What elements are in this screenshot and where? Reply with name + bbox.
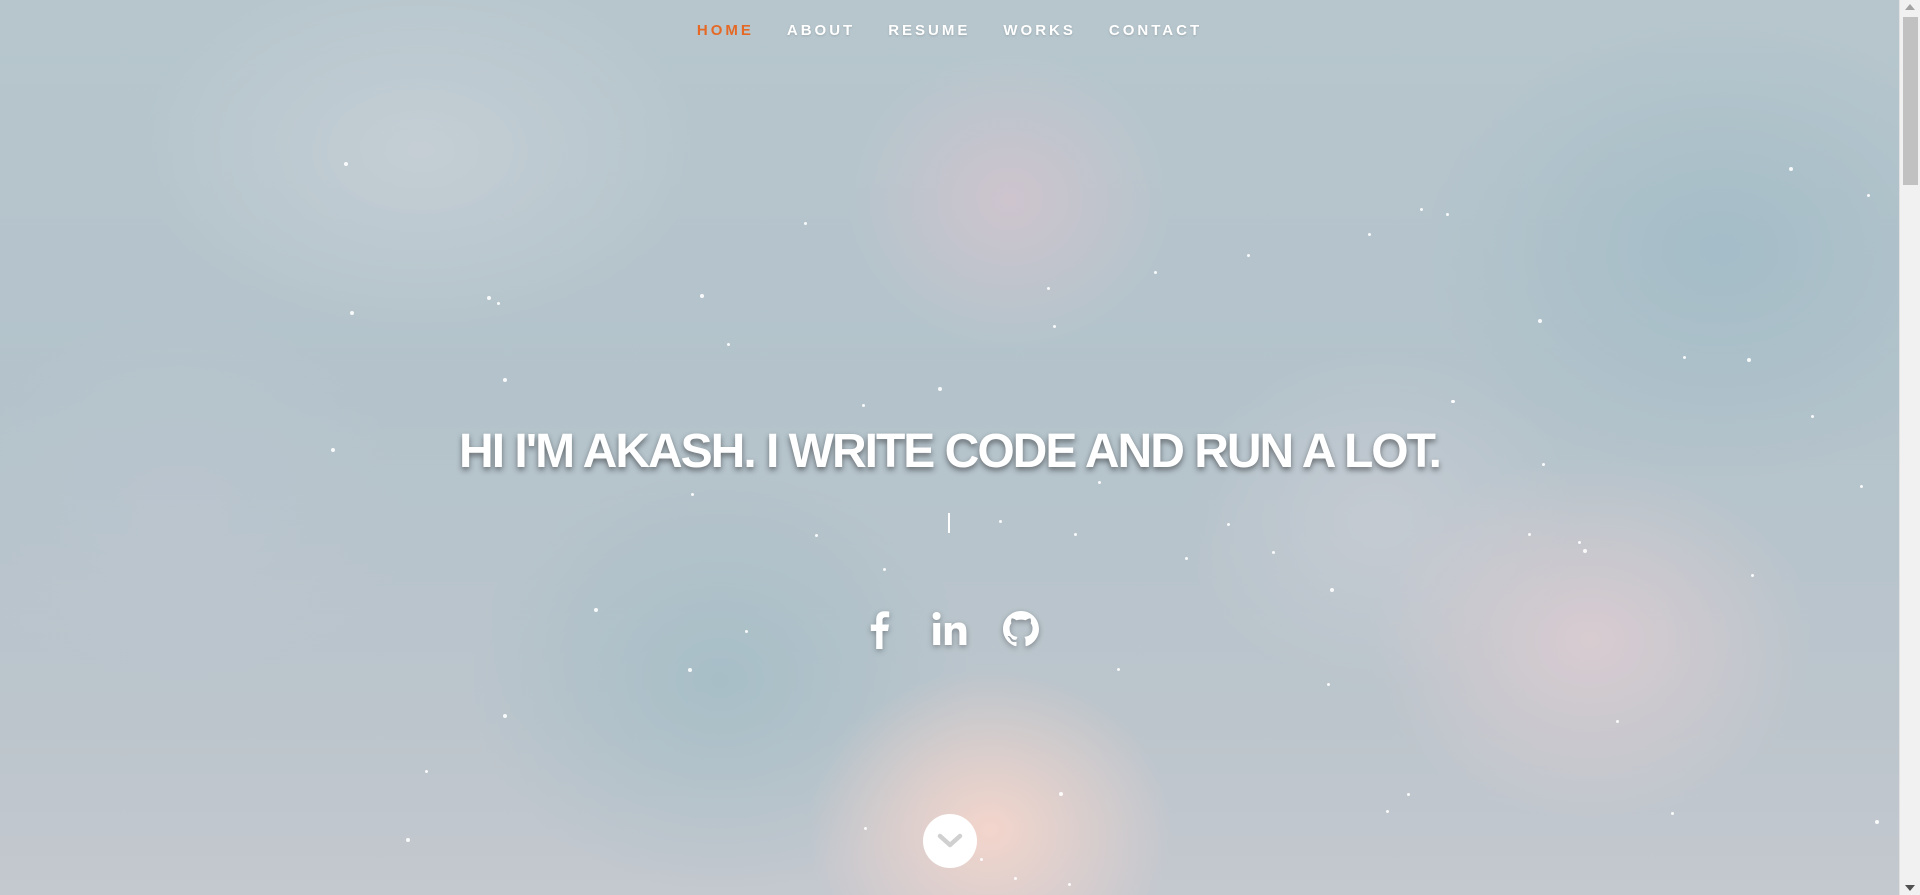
star	[497, 302, 500, 305]
star	[1789, 167, 1793, 171]
star	[1368, 233, 1371, 236]
star	[1059, 792, 1063, 796]
star	[1451, 400, 1454, 403]
star	[1671, 812, 1674, 815]
facebook-link[interactable]	[856, 606, 901, 651]
star	[1751, 574, 1754, 577]
star	[487, 296, 491, 300]
star	[1068, 883, 1071, 886]
star	[425, 770, 428, 773]
star	[815, 534, 818, 537]
star	[1578, 541, 1581, 544]
nav-list: HOME ABOUT RESUME WORKS CONTACT	[0, 21, 1899, 41]
star	[1014, 877, 1017, 880]
nav-item-resume[interactable]: RESUME	[888, 22, 970, 39]
star	[688, 668, 692, 672]
star	[1227, 523, 1230, 526]
star	[350, 311, 354, 315]
star	[864, 827, 867, 830]
star	[980, 858, 983, 861]
scroll-down-button[interactable]	[923, 814, 977, 868]
star	[1185, 557, 1188, 560]
scroll-up-arrow[interactable]	[1905, 4, 1915, 10]
star	[1538, 319, 1542, 323]
star	[1867, 194, 1870, 197]
facebook-icon	[870, 610, 889, 649]
star	[1528, 533, 1531, 536]
star	[344, 162, 348, 166]
scroll-down-arrow[interactable]	[1905, 885, 1915, 891]
star	[938, 387, 942, 391]
typing-cursor	[948, 513, 950, 533]
star	[1616, 720, 1619, 723]
star	[1583, 549, 1587, 553]
chevron-down-icon	[937, 833, 963, 848]
page-scrollbar[interactable]	[1899, 0, 1920, 895]
nav-item-works[interactable]: WORKS	[1003, 22, 1076, 39]
nav-item-contact[interactable]: CONTACT	[1109, 22, 1202, 39]
star	[1053, 325, 1056, 328]
star	[1860, 485, 1863, 488]
star	[804, 222, 807, 225]
star	[1327, 683, 1330, 686]
star	[1683, 356, 1686, 359]
star	[1420, 208, 1423, 211]
browser-viewport: HOME ABOUT RESUME WORKS CONTACT HI I'M A…	[0, 0, 1920, 895]
star	[999, 520, 1002, 523]
star	[1247, 254, 1250, 257]
star	[1747, 358, 1751, 362]
star	[1154, 271, 1157, 274]
scroll-thumb[interactable]	[1903, 17, 1918, 185]
social-links	[0, 606, 1899, 651]
hero-section: HOME ABOUT RESUME WORKS CONTACT HI I'M A…	[0, 0, 1899, 895]
star	[1272, 551, 1275, 554]
star	[1446, 213, 1449, 216]
star	[883, 568, 886, 571]
star	[503, 714, 507, 718]
star	[1875, 820, 1879, 824]
star	[503, 378, 507, 382]
star	[691, 493, 694, 496]
star	[727, 343, 730, 346]
nav-item-home[interactable]: HOME	[697, 22, 754, 39]
star	[700, 294, 704, 298]
linkedin-icon	[932, 611, 966, 645]
star	[1386, 810, 1389, 813]
star	[1074, 533, 1077, 536]
hero-headline: HI I'M AKASH. I WRITE CODE AND RUN A LOT…	[459, 425, 1442, 478]
star	[1330, 588, 1334, 592]
star	[1117, 668, 1120, 671]
star	[1407, 793, 1410, 796]
star	[862, 404, 865, 407]
star	[1811, 415, 1814, 418]
nav-item-about[interactable]: ABOUT	[787, 22, 855, 39]
star	[406, 838, 410, 842]
github-link[interactable]	[998, 606, 1043, 651]
star	[1047, 287, 1050, 290]
linkedin-link[interactable]	[927, 606, 972, 651]
github-icon	[1002, 610, 1039, 646]
